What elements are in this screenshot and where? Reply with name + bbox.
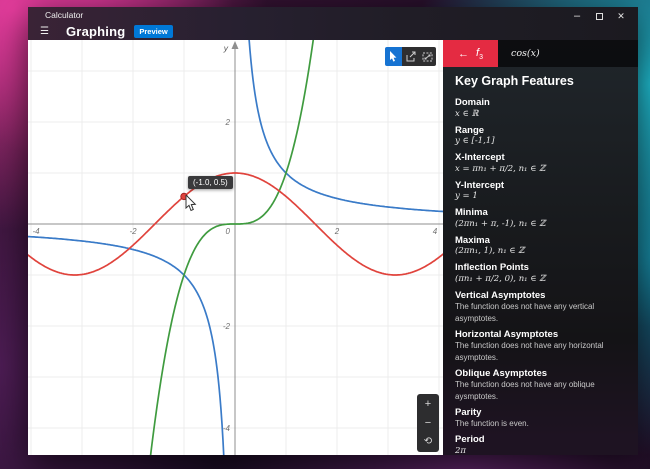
close-icon: ✕ xyxy=(617,11,625,22)
main-content: y -4 -2 2 4 -4 -2 2 0 (-1.0, 0.5) xyxy=(28,40,638,455)
feature-section: Period2π xyxy=(455,434,626,455)
panel-heading: Key Graph Features xyxy=(455,74,626,88)
titlebar[interactable]: Calculator – ✕ xyxy=(28,7,638,23)
feature-value: 2π xyxy=(455,446,626,456)
svg-text:-4: -4 xyxy=(32,227,40,236)
feature-value: The function does not have any vertical … xyxy=(455,301,626,324)
feature-section: Y-Intercepty = 1 xyxy=(455,180,626,203)
feature-title: Range xyxy=(455,125,626,137)
share-icon xyxy=(405,51,416,62)
feature-title: Vertical Asymptotes xyxy=(455,290,626,302)
function-name: f3 xyxy=(476,46,483,61)
svg-text:y: y xyxy=(223,43,229,53)
fit-to-view-icon xyxy=(422,51,433,62)
nav-row: ☰ Graphing Preview xyxy=(28,23,638,40)
feature-title: Oblique Asymptotes xyxy=(455,368,626,380)
feature-title: X-Intercept xyxy=(455,152,626,164)
function-plot[interactable]: y -4 -2 2 4 -4 -2 2 0 xyxy=(28,40,443,455)
feature-section: Minima(2πn₁ + π, -1), n₁ ∈ ℤ xyxy=(455,207,626,230)
desktop-wallpaper: Calculator – ✕ ☰ Graphing Preview y -4 -2 2… xyxy=(0,0,650,469)
svg-text:0: 0 xyxy=(226,227,231,236)
back-arrow-icon: ← xyxy=(458,48,469,60)
feature-value: (2πn₁ + π, -1), n₁ ∈ ℤ xyxy=(455,219,626,231)
maximize-icon xyxy=(596,13,603,20)
fit-to-view-button[interactable] xyxy=(419,47,436,66)
feature-section: X-Interceptx = πn₁ + π/2, n₁ ∈ ℤ xyxy=(455,152,626,175)
window-chrome: Calculator – ✕ ☰ Graphing Preview xyxy=(28,7,638,40)
feature-value: x ∈ ℝ xyxy=(455,109,626,121)
feature-value: x = πn₁ + π/2, n₁ ∈ ℤ xyxy=(455,164,626,176)
zoom-in-button[interactable]: + xyxy=(417,399,439,409)
feature-section: Inflection Points(πn₁ + π/2, 0), n₁ ∈ ℤ xyxy=(455,262,626,285)
calculator-window: Calculator – ✕ ☰ Graphing Preview y -4 -2 2… xyxy=(28,7,638,455)
trace-tooltip: (-1.0, 0.5) xyxy=(188,176,233,189)
feature-value: The function does not have any oblique a… xyxy=(455,379,626,402)
trace-pointer-button[interactable] xyxy=(385,47,402,66)
feature-title: Domain xyxy=(455,97,626,109)
svg-text:4: 4 xyxy=(433,227,438,236)
window-title: Calculator xyxy=(45,10,83,20)
feature-title: Parity xyxy=(455,407,626,419)
feature-value: The function does not have any horizonta… xyxy=(455,340,626,363)
feature-section: Oblique AsymptotesThe function does not … xyxy=(455,368,626,403)
maximize-button[interactable] xyxy=(588,10,610,23)
page-title: Graphing xyxy=(66,24,125,39)
mouse-cursor-icon xyxy=(185,195,198,212)
function-expression: cos(x) xyxy=(511,48,540,59)
svg-text:2: 2 xyxy=(225,118,231,127)
feature-title: Y-Intercept xyxy=(455,180,626,192)
feature-value: y = 1 xyxy=(455,191,626,203)
hamburger-menu-icon[interactable]: ☰ xyxy=(40,26,58,37)
feature-section: Maxima(2πn₁, 1), n₁ ∈ ℤ xyxy=(455,235,626,258)
graph-toolbar xyxy=(385,47,436,66)
window-controls: – ✕ xyxy=(566,10,632,23)
zoom-out-button[interactable]: − xyxy=(417,418,439,428)
feature-title: Minima xyxy=(455,207,626,219)
feature-section: Domainx ∈ ℝ xyxy=(455,97,626,120)
minimize-button[interactable]: – xyxy=(566,10,588,23)
minimize-icon: – xyxy=(574,14,580,19)
pointer-icon xyxy=(389,51,398,62)
share-button[interactable] xyxy=(402,47,419,66)
feature-section: Rangey ∈ [-1,1] xyxy=(455,125,626,148)
feature-value: (2πn₁, 1), n₁ ∈ ℤ xyxy=(455,246,626,258)
panel-body: Key Graph Features Domainx ∈ ℝ Rangey ∈ [… xyxy=(443,67,638,455)
feature-list: Domainx ∈ ℝ Rangey ∈ [-1,1] X-Interceptx =… xyxy=(455,97,626,455)
key-graph-features-panel: ← f3 cos(x) Key Graph Features Domainx ∈… xyxy=(443,40,638,455)
feature-value: The function is even. xyxy=(455,418,626,430)
svg-text:-2: -2 xyxy=(129,227,137,236)
feature-section: Vertical AsymptotesThe function does not… xyxy=(455,290,626,325)
svg-text:-4: -4 xyxy=(223,424,231,433)
feature-section: Horizontal AsymptotesThe function does n… xyxy=(455,329,626,364)
feature-value: (πn₁ + π/2, 0), n₁ ∈ ℤ xyxy=(455,274,626,286)
feature-section: ParityThe function is even. xyxy=(455,407,626,430)
feature-title: Period xyxy=(455,434,626,446)
svg-text:-2: -2 xyxy=(223,322,231,331)
preview-badge: Preview xyxy=(134,25,172,38)
feature-value: y ∈ [-1,1] xyxy=(455,136,626,148)
feature-title: Maxima xyxy=(455,235,626,247)
svg-text:2: 2 xyxy=(334,227,340,236)
close-button[interactable]: ✕ xyxy=(610,10,632,23)
function-back-button[interactable]: ← f3 xyxy=(443,40,498,67)
graph-canvas[interactable]: y -4 -2 2 4 -4 -2 2 0 (-1.0, 0.5) xyxy=(28,40,443,455)
feature-title: Horizontal Asymptotes xyxy=(455,329,626,341)
panel-header: ← f3 cos(x) xyxy=(443,40,638,67)
reset-view-button[interactable]: ⟲ xyxy=(417,437,439,447)
zoom-controls: + − ⟲ xyxy=(417,394,439,452)
feature-title: Inflection Points xyxy=(455,262,626,274)
